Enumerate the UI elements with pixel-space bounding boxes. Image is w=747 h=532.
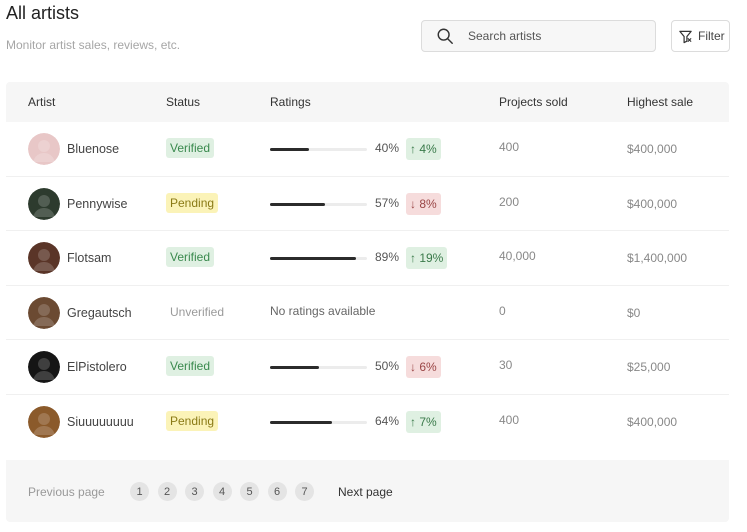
page-number-button[interactable]: 1 — [130, 482, 149, 501]
projects-sold: 400 — [499, 412, 520, 427]
artist-name[interactable]: Flotsam — [67, 251, 111, 265]
status-badge: Verified — [166, 247, 215, 268]
search-icon — [437, 28, 453, 44]
avatar — [28, 187, 60, 220]
table-row[interactable]: Pennywise Pending 57% ↓ 8% 200 $400,000 — [6, 177, 729, 232]
artist-name[interactable]: Siuuuuuuuu — [67, 415, 134, 429]
rating-change-badge: ↑ 7% — [406, 410, 441, 433]
rating-percent: 64% — [374, 413, 399, 428]
column-header-status[interactable]: Status — [166, 95, 200, 109]
table-row[interactable]: Siuuuuuuuu Pending 64% ↑ 7% 400 $400,000 — [6, 395, 729, 450]
search-box[interactable] — [421, 20, 656, 52]
table-row[interactable]: Gregautsch Unverified No ratings available… — [6, 286, 729, 341]
status-badge: Unverified — [170, 304, 225, 319]
highest-sale: $1,400,000 — [627, 251, 688, 266]
rating-bar — [270, 366, 367, 370]
page-subtitle: Monitor artist sales, reviews, etc. — [6, 38, 181, 52]
status-badge: Pending — [166, 410, 219, 431]
rating-change-badge: ↑ 4% — [406, 138, 441, 160]
page-number-button[interactable]: 4 — [212, 482, 232, 501]
page-number-button[interactable]: 2 — [157, 482, 177, 501]
column-header-ratings[interactable]: Ratings — [270, 95, 311, 109]
search-input[interactable] — [468, 29, 638, 43]
pagination: Previous page 1234567 Next page — [6, 460, 729, 522]
status-badge: Verified — [166, 356, 215, 377]
projects-sold: 0 — [499, 303, 506, 318]
filter-button[interactable]: Filter — [671, 20, 730, 52]
filter-label: Filter — [698, 29, 725, 43]
rating-bar-fill — [270, 202, 326, 206]
previous-page-button[interactable]: Previous page — [28, 485, 105, 499]
page-numbers: 1234567 — [130, 482, 314, 501]
status-badge: Pending — [166, 192, 219, 213]
projects-sold: 30 — [499, 358, 513, 373]
rating-bar-fill — [270, 148, 309, 151]
table-header: Artist Status Ratings Projects sold High… — [6, 82, 729, 122]
no-ratings-text: No ratings available — [270, 303, 376, 318]
rating-change-badge: ↑ 19% — [406, 247, 448, 270]
table-row[interactable]: Flotsam Verified 89% ↑ 19% 40,000 $1,400,000 — [6, 231, 729, 286]
page-number-button[interactable]: 6 — [267, 482, 287, 501]
rating-change-badge: ↓ 6% — [406, 356, 441, 379]
artist-name[interactable]: ElPistolero — [67, 360, 127, 374]
highest-sale: $25,000 — [627, 360, 671, 375]
status-badge: Verified — [166, 138, 215, 158]
rating-percent: 89% — [374, 250, 399, 265]
avatar — [28, 405, 60, 438]
rating-percent: 40% — [374, 141, 399, 155]
avatar — [28, 242, 60, 275]
highest-sale: $400,000 — [627, 414, 678, 429]
rating-bar — [270, 148, 367, 151]
avatar — [28, 351, 60, 384]
rating-bar — [270, 202, 367, 206]
column-header-highest-sale[interactable]: Highest sale — [627, 95, 693, 109]
artists-table: Artist Status Ratings Projects sold High… — [6, 82, 729, 450]
column-header-artist[interactable]: Artist — [28, 95, 55, 109]
avatar — [28, 133, 60, 165]
next-page-button[interactable]: Next page — [338, 485, 393, 499]
table-body: Bluenose Verified 40% ↑ 4% 400 $400,000 Penny… — [6, 122, 729, 450]
highest-sale: $400,000 — [627, 142, 678, 156]
page-title: All artists — [6, 3, 80, 23]
rating-change-badge: ↓ 8% — [406, 192, 441, 215]
rating-bar-fill — [270, 420, 333, 424]
highest-sale: $0 — [627, 305, 641, 320]
rating-percent: 57% — [374, 195, 399, 210]
rating-bar-fill — [270, 366, 319, 370]
highest-sale: $400,000 — [627, 196, 678, 211]
artist-name[interactable]: Pennywise — [67, 197, 127, 211]
page-number-button[interactable]: 3 — [185, 482, 204, 501]
table-row[interactable]: ElPistolero Verified 50% ↓ 6% 30 $25,000 — [6, 340, 729, 395]
projects-sold: 400 — [499, 140, 520, 154]
avatar — [28, 296, 60, 329]
artist-name[interactable]: Bluenose — [67, 142, 119, 156]
page-number-button[interactable]: 5 — [240, 482, 259, 501]
table-row[interactable]: Bluenose Verified 40% ↑ 4% 400 $400,000 — [6, 122, 729, 177]
rating-bar-fill — [270, 257, 357, 261]
page-number-button[interactable]: 7 — [295, 482, 314, 501]
rating-bar — [270, 420, 367, 424]
artist-name[interactable]: Gregautsch — [67, 306, 132, 320]
filter-icon — [679, 30, 692, 43]
projects-sold: 40,000 — [499, 249, 536, 264]
projects-sold: 200 — [499, 194, 520, 209]
rating-bar — [270, 257, 367, 261]
rating-percent: 50% — [374, 359, 399, 374]
column-header-projects-sold[interactable]: Projects sold — [499, 95, 568, 109]
